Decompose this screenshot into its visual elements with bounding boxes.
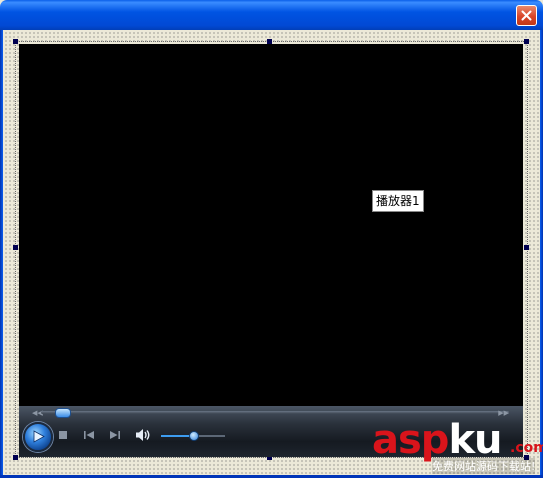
volume-icon[interactable] [135, 428, 151, 442]
fast-forward-indicator-icon: ▶▶ [498, 409, 509, 417]
play-button[interactable] [23, 422, 53, 452]
watermark-suffix: .com [510, 440, 543, 456]
resize-handle-middle-right[interactable] [524, 245, 529, 250]
seek-thumb[interactable] [55, 408, 72, 418]
seek-bar[interactable] [41, 411, 509, 414]
control-name-label: 播放器1 [372, 190, 424, 212]
stop-icon[interactable] [58, 430, 68, 440]
resize-handle-top-right[interactable] [524, 39, 529, 44]
play-icon [33, 430, 45, 443]
watermark-subtitle: 免费网站源码下载站! [432, 458, 536, 474]
title-bar[interactable] [0, 0, 543, 30]
watermark-wordmark: aspku [372, 417, 503, 463]
previous-icon[interactable] [83, 430, 95, 440]
close-button[interactable] [516, 5, 537, 26]
watermark-logo: aspku .com 免费网站源码下载站! [372, 417, 543, 476]
media-player-control[interactable] [19, 44, 523, 457]
resize-handle-bottom-left[interactable] [13, 455, 18, 460]
volume-slider-thumb[interactable] [189, 431, 199, 441]
video-area[interactable] [19, 44, 523, 406]
next-icon[interactable] [109, 430, 121, 440]
close-icon [521, 10, 532, 21]
resize-handle-middle-left[interactable] [13, 245, 18, 250]
resize-handle-top-left[interactable] [13, 39, 18, 44]
